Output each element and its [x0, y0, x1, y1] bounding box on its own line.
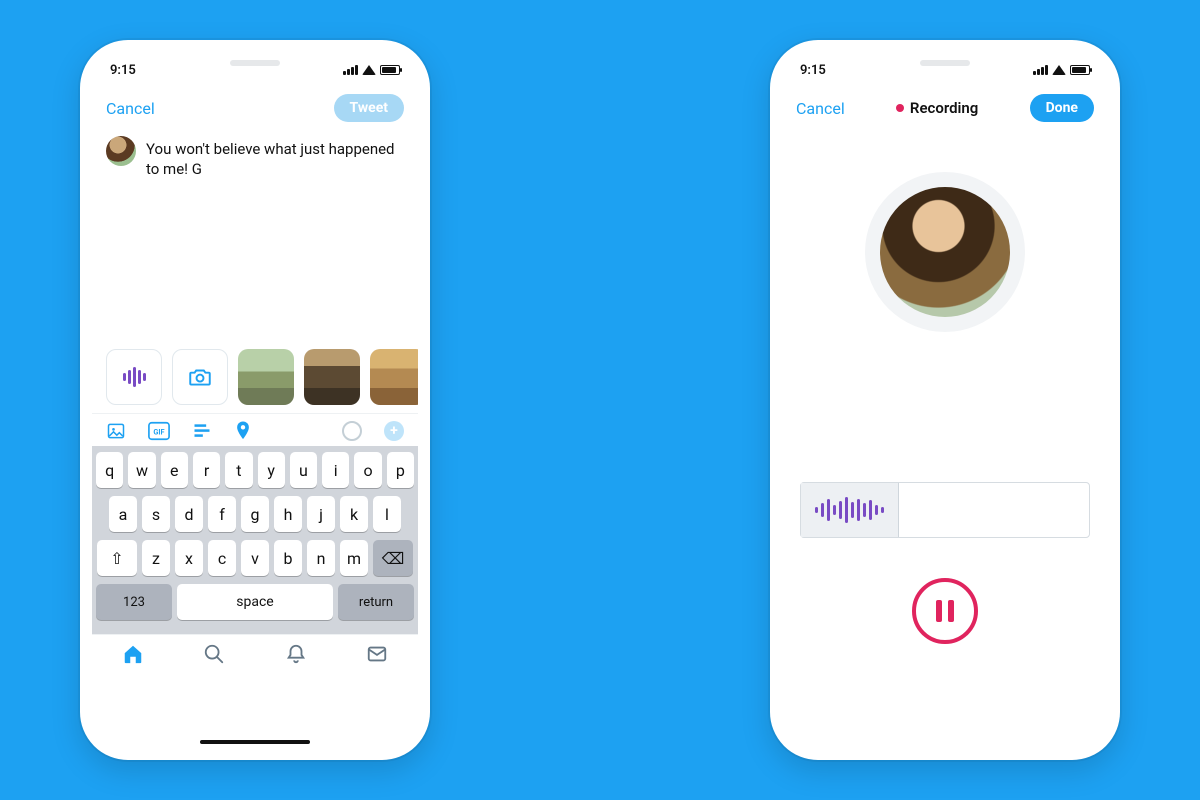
signal-icon — [1033, 65, 1048, 75]
phone-notch — [175, 52, 335, 78]
cancel-button[interactable]: Cancel — [796, 99, 845, 118]
keyboard-row-4: 123 space return — [96, 584, 414, 620]
key-space[interactable]: space — [177, 584, 333, 620]
media-thumbnail[interactable] — [238, 349, 294, 405]
pause-icon — [936, 600, 954, 622]
media-thumbnail[interactable] — [370, 349, 426, 405]
key-n[interactable]: n — [307, 540, 335, 576]
location-icon[interactable] — [234, 420, 252, 442]
char-count-icon — [342, 421, 362, 441]
status-icons — [1033, 65, 1090, 75]
avatar — [880, 187, 1010, 317]
pause-record-button[interactable] — [912, 578, 978, 644]
media-row — [92, 349, 418, 413]
home-indicator[interactable] — [200, 740, 310, 744]
add-thread-button[interactable]: + — [384, 421, 404, 441]
compose-body: You won't believe what just happened to … — [92, 132, 418, 179]
record-dot-icon — [896, 104, 904, 112]
battery-icon — [1070, 65, 1090, 75]
tab-bar — [92, 634, 418, 667]
key-return[interactable]: return — [338, 584, 414, 620]
key-o[interactable]: o — [354, 452, 381, 488]
keyboard-row-3: ⇧ z x c v b n m ⌫ — [96, 540, 414, 576]
wifi-icon — [1052, 65, 1066, 75]
key-e[interactable]: e — [161, 452, 188, 488]
image-icon[interactable] — [106, 421, 126, 441]
compose-text[interactable]: You won't believe what just happened to … — [146, 136, 404, 179]
key-t[interactable]: t — [225, 452, 252, 488]
key-j[interactable]: j — [307, 496, 335, 532]
bell-icon[interactable] — [285, 643, 307, 665]
phone-compose: 9:15 Cancel Tweet You won't believe what… — [80, 40, 430, 760]
key-h[interactable]: h — [274, 496, 302, 532]
camera-icon — [187, 364, 213, 390]
key-d[interactable]: d — [175, 496, 203, 532]
key-f[interactable]: f — [208, 496, 236, 532]
camera-button[interactable] — [172, 349, 228, 405]
key-s[interactable]: s — [142, 496, 170, 532]
signal-icon — [343, 65, 358, 75]
avatar-ring — [865, 172, 1025, 332]
key-shift[interactable]: ⇧ — [97, 540, 137, 576]
poll-icon[interactable] — [192, 421, 212, 441]
key-z[interactable]: z — [142, 540, 170, 576]
keyboard: q w e r t y u i o p a s d f g h j k l ⇧ … — [92, 446, 418, 634]
status-icons — [343, 65, 400, 75]
home-icon[interactable] — [122, 643, 144, 665]
key-q[interactable]: q — [96, 452, 123, 488]
waveform-icon — [815, 497, 884, 523]
key-a[interactable]: a — [109, 496, 137, 532]
phone-recording: 9:15 Cancel Recording Done — [770, 40, 1120, 760]
key-c[interactable]: c — [208, 540, 236, 576]
waveform-track[interactable] — [800, 482, 1090, 538]
recording-status: Recording — [896, 99, 978, 117]
mail-icon[interactable] — [366, 643, 388, 665]
recording-text: Recording — [910, 99, 978, 117]
compose-toolbar: GIF + — [92, 413, 418, 446]
key-b[interactable]: b — [274, 540, 302, 576]
status-time: 9:15 — [110, 63, 136, 78]
key-backspace[interactable]: ⌫ — [373, 540, 413, 576]
key-u[interactable]: u — [290, 452, 317, 488]
cancel-button[interactable]: Cancel — [106, 99, 155, 118]
recording-nav: Cancel Recording Done — [782, 88, 1108, 132]
key-w[interactable]: w — [128, 452, 155, 488]
phone-notch — [865, 52, 1025, 78]
gif-icon[interactable]: GIF — [148, 421, 170, 441]
key-g[interactable]: g — [241, 496, 269, 532]
key-123[interactable]: 123 — [96, 584, 172, 620]
avatar — [106, 136, 136, 166]
key-i[interactable]: i — [322, 452, 349, 488]
key-p[interactable]: p — [387, 452, 414, 488]
keyboard-row-1: q w e r t y u i o p — [96, 452, 414, 488]
key-r[interactable]: r — [193, 452, 220, 488]
key-y[interactable]: y — [258, 452, 285, 488]
voice-tweet-button[interactable] — [106, 349, 162, 405]
status-time: 9:15 — [800, 63, 826, 78]
key-l[interactable]: l — [373, 496, 401, 532]
wifi-icon — [362, 65, 376, 75]
tweet-button[interactable]: Tweet — [334, 94, 404, 122]
key-m[interactable]: m — [340, 540, 368, 576]
key-x[interactable]: x — [175, 540, 203, 576]
waveform-progress — [801, 483, 899, 537]
key-k[interactable]: k — [340, 496, 368, 532]
battery-icon — [380, 65, 400, 75]
key-v[interactable]: v — [241, 540, 269, 576]
svg-text:GIF: GIF — [153, 428, 164, 437]
voice-wave-icon — [123, 367, 146, 387]
media-thumbnail[interactable] — [304, 349, 360, 405]
done-button[interactable]: Done — [1030, 94, 1094, 122]
compose-nav: Cancel Tweet — [92, 88, 418, 132]
keyboard-row-2: a s d f g h j k l — [96, 496, 414, 532]
search-icon[interactable] — [203, 643, 225, 665]
